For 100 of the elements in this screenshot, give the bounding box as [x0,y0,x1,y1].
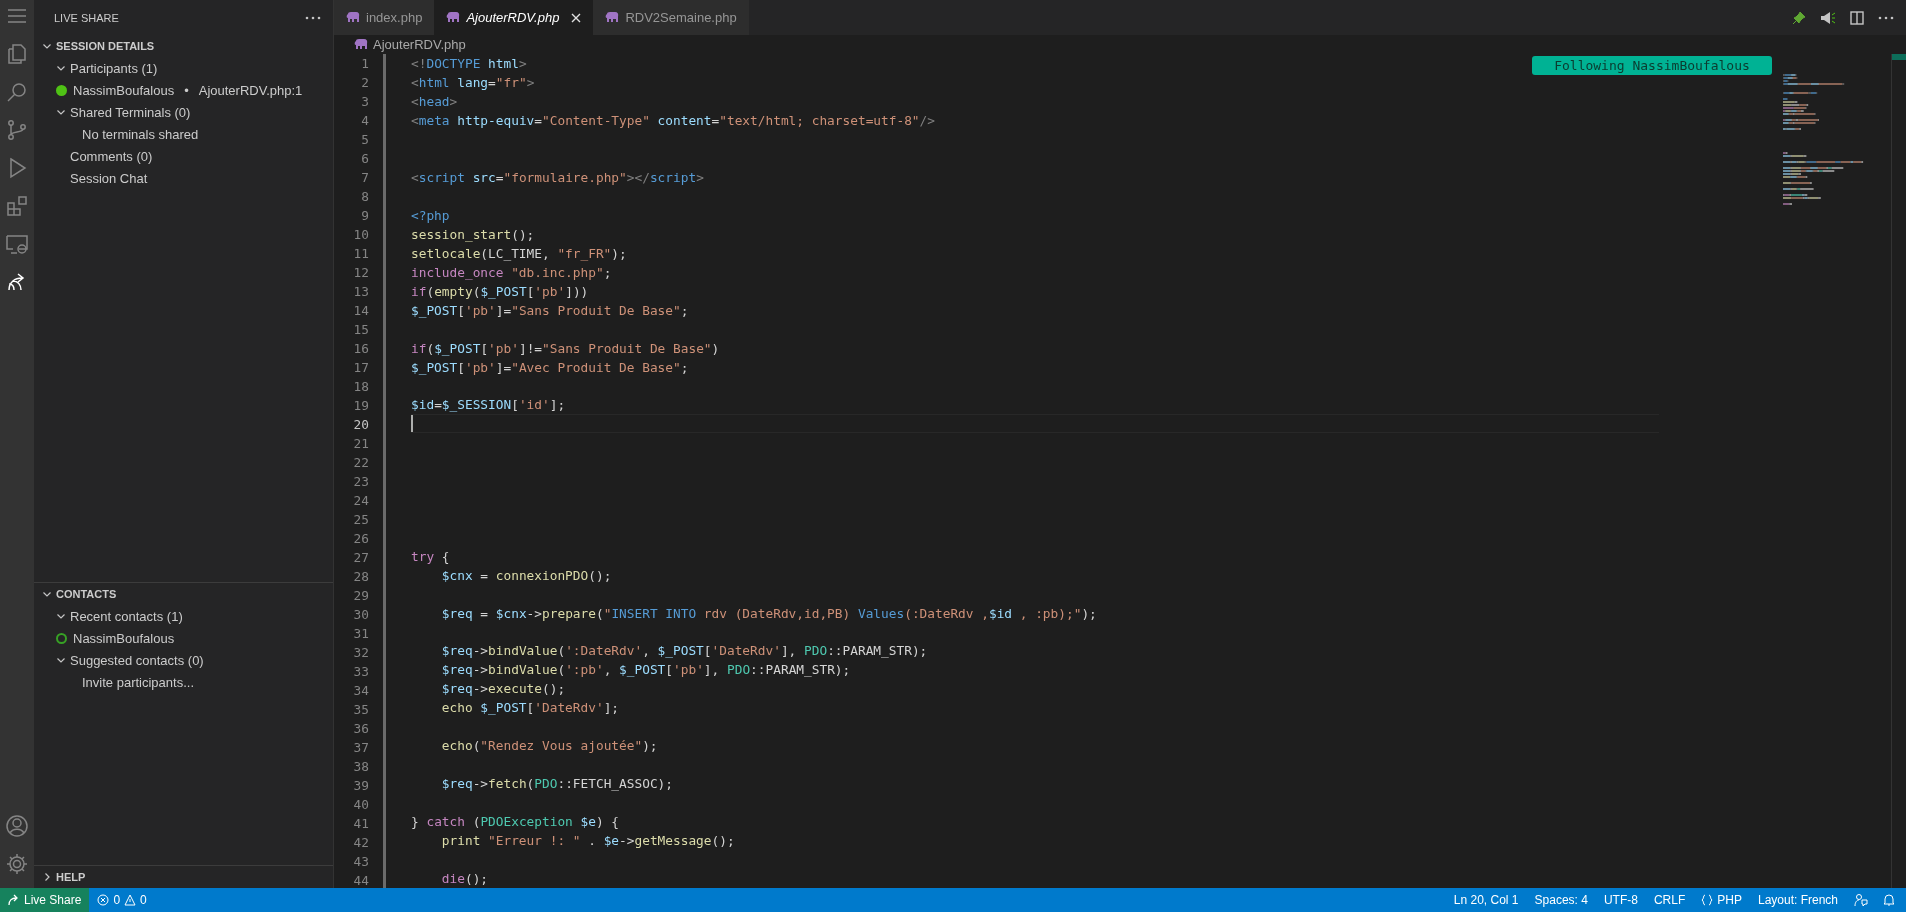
participant-location[interactable]: AjouterRDV.php:1 [198,82,303,98]
status-item[interactable]: Layout: French [1749,888,1846,912]
line-number: 33 [352,663,370,681]
live-share-status[interactable]: Live Share [0,888,90,912]
source-control-icon[interactable] [5,118,29,142]
chevron-down-icon[interactable] [56,611,66,621]
section-header[interactable]: CONTACTS [56,588,117,600]
code-line: <!DOCTYPE html> [411,55,527,73]
close-icon[interactable] [571,12,582,23]
megaphone-icon[interactable] [1820,10,1836,25]
error-icon [97,894,110,906]
line-number: 34 [352,682,370,700]
code-line: $req->bindValue(':pb', $_POST['pb'], PDO::PARAM_STR); [440,661,851,680]
status-item[interactable]: UTF-8 [1595,888,1646,912]
line-number: 42 [352,834,370,852]
search-icon[interactable] [5,80,29,104]
status-item[interactable]: CRLF [1645,888,1694,912]
pin-icon[interactable] [1792,10,1806,25]
editor-tab[interactable]: RDV2Semaine.php [593,0,749,35]
chevron-down-icon[interactable] [42,589,52,599]
line-number: 26 [352,530,370,548]
chevron-down-icon[interactable] [56,655,66,665]
line-number: 6 [360,150,370,168]
line-number: 23 [352,473,370,491]
line-number: 9 [360,207,370,225]
code-line: } catch (PDOException $e) { [411,813,620,831]
line-number: 37 [352,739,370,757]
code-line: $_POST['pb']="Sans Produit De Base"; [411,301,689,320]
line-number: 36 [352,720,370,738]
line-number: 11 [352,245,370,263]
contact-name[interactable]: NassimBoufalous [73,630,175,646]
account-icon[interactable] [5,814,29,838]
line-number: 31 [352,625,370,643]
line-number: 41 [352,815,370,833]
elephant-icon [354,39,368,50]
settings-icon[interactable] [5,852,29,876]
code-line: $req->bindValue(':DateRdv', $_POST['DateRdv'], PDO::PARAM_STR); [440,642,928,661]
section-header[interactable]: HELP [56,871,86,883]
line-number: 14 [352,302,370,320]
status-item[interactable]: Spaces: 4 [1526,888,1596,912]
tree-item[interactable]: Suggested contacts (0) [70,652,204,668]
remote-explorer-icon[interactable] [5,232,29,256]
editor-tab[interactable]: index.php [334,0,435,35]
tree-item[interactable]: Invite participants... [82,674,194,690]
editor-tab[interactable]: AjouterRDV.php [434,0,594,35]
line-number: 27 [352,549,370,567]
code-line: $cnx = connexionPDO(); [440,566,612,585]
line-number: 12 [352,264,370,282]
line-number: 15 [352,321,370,339]
sidebar-title: LIVE SHARE [54,11,119,24]
files-icon[interactable] [5,42,29,66]
live-share-icon [8,894,20,906]
chevron-down-icon[interactable] [56,107,66,117]
line-number: 29 [352,587,370,605]
status-dot [56,84,67,96]
line-number: 43 [352,853,370,871]
tree-item[interactable]: Recent contacts (1) [70,608,183,624]
code-line: <script src="formulaire.php"></script> [411,168,704,187]
code-line: $_POST['pb']="Avec Produit De Base"; [411,358,689,377]
tree-item[interactable]: Shared Terminals (0) [70,104,191,120]
more-icon[interactable] [305,15,321,20]
line-number: 3 [360,93,370,111]
code-line: if(empty($_POST['pb'])) [411,282,589,301]
code-line: die(); [440,869,489,888]
text-cursor [411,415,413,433]
elephant-icon [605,12,620,23]
tree-item[interactable]: Session Chat [70,170,148,186]
chevron-right-icon[interactable] [42,872,52,882]
line-number: 13 [352,283,370,301]
more-icon[interactable] [1878,15,1894,20]
notifications-icon[interactable] [1882,893,1896,907]
breadcrumb[interactable]: AjouterRDV.php [373,37,466,52]
tree-item[interactable]: Comments (0) [70,148,153,164]
language-status[interactable]: PHP [1693,888,1750,912]
code-line: try { [411,547,450,566]
section-header[interactable]: SESSION DETAILS [56,40,155,52]
line-number: 2 [360,74,370,92]
line-number: 32 [352,644,370,662]
scrollbar[interactable] [1891,54,1906,888]
line-number: 18 [352,378,370,396]
following-badge: Following NassimBoufalous [1532,56,1772,75]
participant-name[interactable]: NassimBoufalous [73,82,175,98]
line-number: 5 [360,131,370,149]
line-number: 7 [360,169,370,187]
code-line: $req = $cnx->prepare("INSERT INTO rdv (DateRdv,id,PB) Values(:DateRdv ,$id , :pb);"); [440,604,1097,623]
feedback-icon[interactable] [1854,893,1868,907]
line-number: 22 [352,454,370,472]
problems-status[interactable]: 0 0 [89,888,155,912]
status-item[interactable]: Ln 20, Col 1 [1445,888,1527,912]
chevron-down-icon[interactable] [56,63,66,73]
split-editor-icon[interactable] [1850,10,1864,25]
tree-item[interactable]: No terminals shared [82,126,199,142]
line-number: 24 [352,492,370,510]
elephant-icon [446,12,461,23]
line-number: 20 [352,416,370,434]
code-line: if($_POST['pb']!="Sans Produit De Base") [411,339,720,358]
code-line: <html lang="fr"> [411,74,535,92]
tree-item[interactable]: Participants (1) [70,60,158,76]
extensions-icon[interactable] [5,194,29,218]
chevron-down-icon[interactable] [42,41,52,51]
